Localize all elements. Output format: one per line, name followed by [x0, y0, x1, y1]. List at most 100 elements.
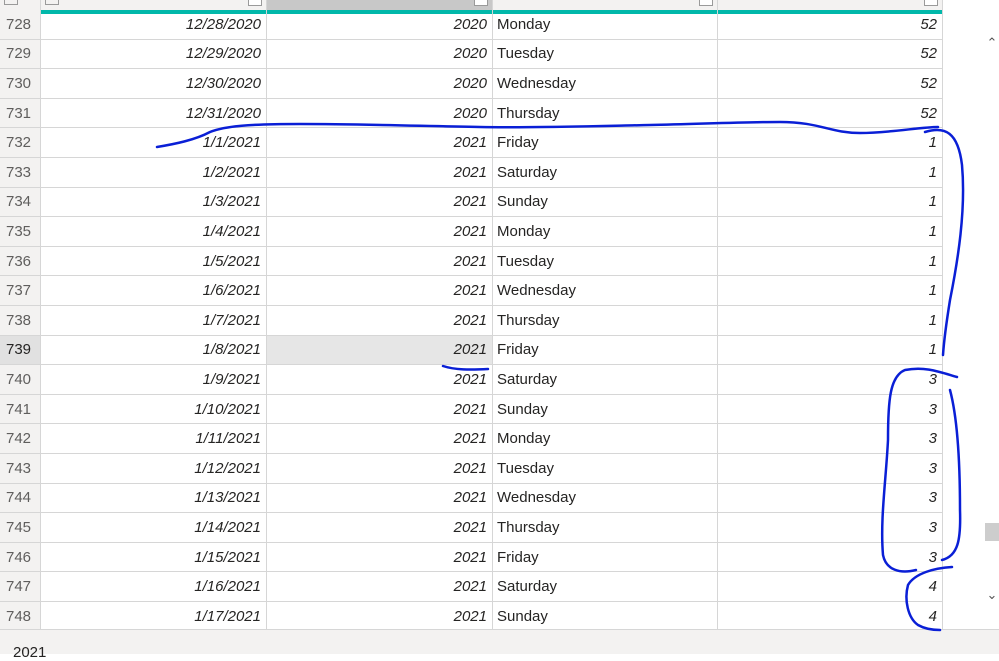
- row-number-cell[interactable]: 738: [0, 306, 41, 336]
- scroll-thumb[interactable]: [985, 523, 999, 541]
- day-name-cell[interactable]: Saturday: [493, 365, 718, 395]
- day-name-cell[interactable]: Friday: [493, 335, 718, 366]
- vertical-scrollbar[interactable]: ⌃ ⌄: [943, 0, 999, 629]
- row-number-cell[interactable]: 742: [0, 424, 41, 454]
- filter-dropdown-icon[interactable]: [474, 0, 488, 6]
- table-row[interactable]: 742 1/11/2021 2021 Monday 3: [0, 424, 943, 454]
- year-cell[interactable]: 2021: [267, 602, 493, 629]
- day-name-cell[interactable]: Saturday: [493, 158, 718, 188]
- table-row[interactable]: 738 1/7/2021 2021 Thursday 1: [0, 306, 943, 336]
- year-cell[interactable]: 2021: [267, 454, 493, 484]
- week-number-cell[interactable]: 3: [718, 394, 943, 425]
- filter-dropdown-icon[interactable]: [248, 0, 262, 6]
- year-cell[interactable]: 2021: [267, 513, 493, 543]
- year-cell[interactable]: 2021: [267, 394, 493, 425]
- day-name-cell[interactable]: Wednesday: [493, 276, 718, 306]
- date-cell[interactable]: 1/7/2021: [41, 306, 267, 336]
- date-cell[interactable]: 1/3/2021: [41, 187, 267, 218]
- row-number-cell[interactable]: 745: [0, 513, 41, 543]
- week-number-cell[interactable]: 4: [718, 572, 943, 602]
- date-cell[interactable]: 1/9/2021: [41, 365, 267, 395]
- date-cell[interactable]: 12/31/2020: [41, 98, 267, 129]
- year-cell[interactable]: 2021: [267, 424, 493, 454]
- year-cell[interactable]: 2021: [267, 483, 493, 514]
- year-cell[interactable]: 2021: [267, 246, 493, 277]
- row-number-cell[interactable]: 737: [0, 276, 41, 306]
- date-cell[interactable]: 1/6/2021: [41, 276, 267, 306]
- scroll-up-icon[interactable]: ⌃: [985, 36, 999, 51]
- week-number-cell[interactable]: 1: [718, 128, 943, 158]
- day-name-cell[interactable]: Tuesday: [493, 454, 718, 484]
- date-cell[interactable]: 1/2/2021: [41, 158, 267, 188]
- week-number-cell[interactable]: 1: [718, 246, 943, 277]
- date-cell[interactable]: 1/13/2021: [41, 483, 267, 514]
- table-row[interactable]: 736 1/5/2021 2021 Tuesday 1: [0, 246, 943, 277]
- date-cell[interactable]: 1/10/2021: [41, 394, 267, 425]
- year-cell[interactable]: 2020: [267, 10, 493, 40]
- table-row[interactable]: 747 1/16/2021 2021 Saturday 4: [0, 572, 943, 602]
- row-number-cell[interactable]: 730: [0, 69, 41, 99]
- week-number-cell[interactable]: 1: [718, 187, 943, 218]
- week-number-cell[interactable]: 3: [718, 513, 943, 543]
- scroll-down-icon[interactable]: ⌄: [985, 588, 999, 603]
- table-row[interactable]: 744 1/13/2021 2021 Wednesday 3: [0, 483, 943, 514]
- table-icon[interactable]: [4, 0, 18, 5]
- year-cell[interactable]: 2021: [267, 128, 493, 158]
- table-row[interactable]: 740 1/9/2021 2021 Saturday 3: [0, 365, 943, 395]
- week-number-cell[interactable]: 4: [718, 602, 943, 629]
- table-row[interactable]: 733 1/2/2021 2021 Saturday 1: [0, 158, 943, 188]
- column-header-year[interactable]: [267, 0, 493, 10]
- day-name-cell[interactable]: Sunday: [493, 187, 718, 218]
- row-number-cell[interactable]: 733: [0, 158, 41, 188]
- row-number-cell[interactable]: 734: [0, 187, 41, 218]
- year-cell[interactable]: 2021: [267, 542, 493, 573]
- day-name-cell[interactable]: Sunday: [493, 394, 718, 425]
- row-number-cell[interactable]: 744: [0, 483, 41, 514]
- date-cell[interactable]: 1/11/2021: [41, 424, 267, 454]
- week-number-cell[interactable]: 3: [718, 542, 943, 573]
- table-row[interactable]: 748 1/17/2021 2021 Sunday 4: [0, 602, 943, 629]
- table-row[interactable]: 745 1/14/2021 2021 Thursday 3: [0, 513, 943, 543]
- table-row[interactable]: 732 1/1/2021 2021 Friday 1: [0, 128, 943, 158]
- day-name-cell[interactable]: Monday: [493, 217, 718, 247]
- year-cell[interactable]: 2020: [267, 98, 493, 129]
- row-number-cell[interactable]: 740: [0, 365, 41, 395]
- year-cell[interactable]: 2021: [267, 217, 493, 247]
- row-number-cell[interactable]: 741: [0, 394, 41, 425]
- day-name-cell[interactable]: Monday: [493, 424, 718, 454]
- year-cell[interactable]: 2020: [267, 39, 493, 70]
- table-row[interactable]: 739 1/8/2021 2021 Friday 1: [0, 335, 943, 366]
- column-header-day[interactable]: [493, 0, 718, 10]
- week-number-cell[interactable]: 52: [718, 69, 943, 99]
- table-row[interactable]: 734 1/3/2021 2021 Sunday 1: [0, 187, 943, 218]
- filter-dropdown-icon[interactable]: [924, 0, 938, 6]
- filter-dropdown-icon[interactable]: [699, 0, 713, 6]
- table-row[interactable]: 731 12/31/2020 2020 Thursday 52: [0, 98, 943, 129]
- week-number-cell[interactable]: 3: [718, 365, 943, 395]
- year-cell[interactable]: 2021: [267, 365, 493, 395]
- day-name-cell[interactable]: Friday: [493, 128, 718, 158]
- year-cell[interactable]: 2021: [267, 306, 493, 336]
- row-number-cell[interactable]: 748: [0, 602, 41, 629]
- day-name-cell[interactable]: Wednesday: [493, 69, 718, 99]
- year-cell[interactable]: 2020: [267, 69, 493, 99]
- date-cell[interactable]: 12/29/2020: [41, 39, 267, 70]
- week-number-cell[interactable]: 1: [718, 276, 943, 306]
- date-cell[interactable]: 1/8/2021: [41, 335, 267, 366]
- day-name-cell[interactable]: Friday: [493, 542, 718, 573]
- row-number-cell[interactable]: 728: [0, 10, 41, 40]
- week-number-cell[interactable]: 52: [718, 10, 943, 40]
- year-cell[interactable]: 2021: [267, 335, 493, 366]
- day-name-cell[interactable]: Monday: [493, 10, 718, 40]
- row-number-cell[interactable]: 739: [0, 335, 41, 366]
- day-name-cell[interactable]: Tuesday: [493, 39, 718, 70]
- date-cell[interactable]: 1/12/2021: [41, 454, 267, 484]
- table-row[interactable]: 746 1/15/2021 2021 Friday 3: [0, 542, 943, 573]
- week-number-cell[interactable]: 1: [718, 335, 943, 366]
- column-header-date[interactable]: [41, 0, 267, 10]
- week-number-cell[interactable]: 1: [718, 306, 943, 336]
- week-number-cell[interactable]: 3: [718, 454, 943, 484]
- date-cell[interactable]: 1/1/2021: [41, 128, 267, 158]
- row-number-cell[interactable]: 736: [0, 246, 41, 277]
- table-row[interactable]: 743 1/12/2021 2021 Tuesday 3: [0, 454, 943, 484]
